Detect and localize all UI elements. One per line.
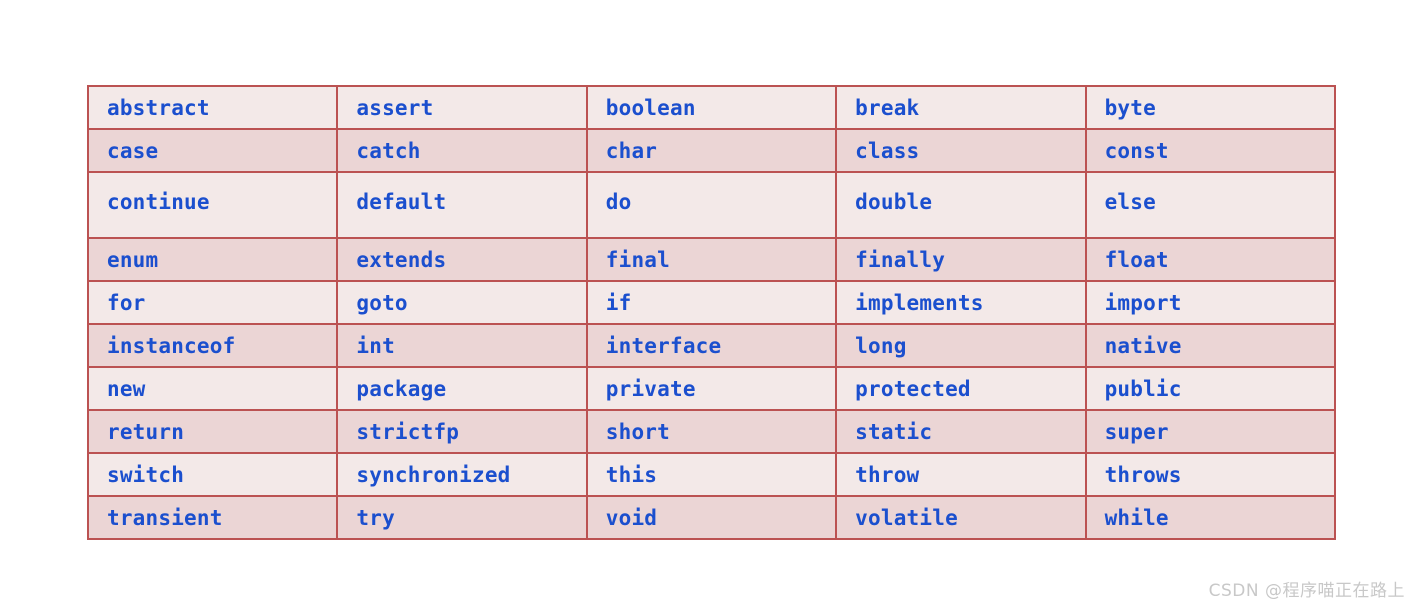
table-row: return strictfp short static super (86, 409, 1336, 454)
keyword-cell: final (585, 237, 838, 282)
keyword-table-body: abstract assert boolean break byte case catch c… (86, 85, 1336, 540)
keyword-cell: transient (86, 495, 339, 540)
keyword-cell: default (336, 171, 588, 239)
keyword-cell: short (585, 409, 838, 454)
table-row: for goto if implements import (86, 280, 1336, 325)
table-row: continue default do double else (86, 171, 1336, 239)
keyword-cell: static (835, 409, 1087, 454)
keyword-cell: double (835, 171, 1087, 239)
keyword-cell: try (336, 495, 588, 540)
keyword-cell: new (86, 366, 339, 411)
keyword-table-container: abstract assert boolean break byte case catch c… (86, 85, 1336, 540)
keyword-cell: interface (585, 323, 838, 368)
keyword-cell: super (1084, 409, 1336, 454)
keyword-cell: protected (835, 366, 1087, 411)
keyword-cell: else (1084, 171, 1336, 239)
keyword-cell: break (835, 85, 1087, 130)
keyword-cell: do (585, 171, 838, 239)
keyword-cell: strictfp (336, 409, 588, 454)
keyword-cell: private (585, 366, 838, 411)
table-row: abstract assert boolean break byte (86, 85, 1336, 130)
csdn-watermark: CSDN @程序喵正在路上 (1208, 581, 1405, 601)
java-keywords-table: abstract assert boolean break byte case catch c… (86, 85, 1336, 540)
keyword-cell: char (585, 128, 838, 173)
keyword-cell: assert (336, 85, 588, 130)
keyword-cell: case (86, 128, 339, 173)
table-row: instanceof int interface long native (86, 323, 1336, 368)
keyword-cell: const (1084, 128, 1336, 173)
keyword-cell: float (1084, 237, 1336, 282)
keyword-cell: catch (336, 128, 588, 173)
keyword-cell: throw (835, 452, 1087, 497)
keyword-cell: finally (835, 237, 1087, 282)
keyword-cell: byte (1084, 85, 1336, 130)
keyword-cell: continue (86, 171, 339, 239)
keyword-cell: switch (86, 452, 339, 497)
keyword-cell: throws (1084, 452, 1336, 497)
keyword-cell: synchronized (336, 452, 588, 497)
keyword-cell: volatile (835, 495, 1087, 540)
table-row: enum extends final finally float (86, 237, 1336, 282)
keyword-cell: if (585, 280, 838, 325)
keyword-cell: this (585, 452, 838, 497)
keyword-cell: class (835, 128, 1087, 173)
keyword-cell: boolean (585, 85, 838, 130)
keyword-cell: enum (86, 237, 339, 282)
keyword-cell: native (1084, 323, 1336, 368)
keyword-cell: for (86, 280, 339, 325)
table-row: transient try void volatile while (86, 495, 1336, 540)
keyword-cell: public (1084, 366, 1336, 411)
keyword-cell: return (86, 409, 339, 454)
keyword-cell: long (835, 323, 1087, 368)
keyword-cell: void (585, 495, 838, 540)
keyword-cell: abstract (86, 85, 339, 130)
table-row: switch synchronized this throw throws (86, 452, 1336, 497)
table-row: new package private protected public (86, 366, 1336, 411)
table-row: case catch char class const (86, 128, 1336, 173)
keyword-cell: extends (336, 237, 588, 282)
keyword-cell: while (1084, 495, 1336, 540)
keyword-cell: import (1084, 280, 1336, 325)
keyword-cell: implements (835, 280, 1087, 325)
keyword-cell: int (336, 323, 588, 368)
keyword-cell: instanceof (86, 323, 339, 368)
keyword-cell: goto (336, 280, 588, 325)
keyword-cell: package (336, 366, 588, 411)
